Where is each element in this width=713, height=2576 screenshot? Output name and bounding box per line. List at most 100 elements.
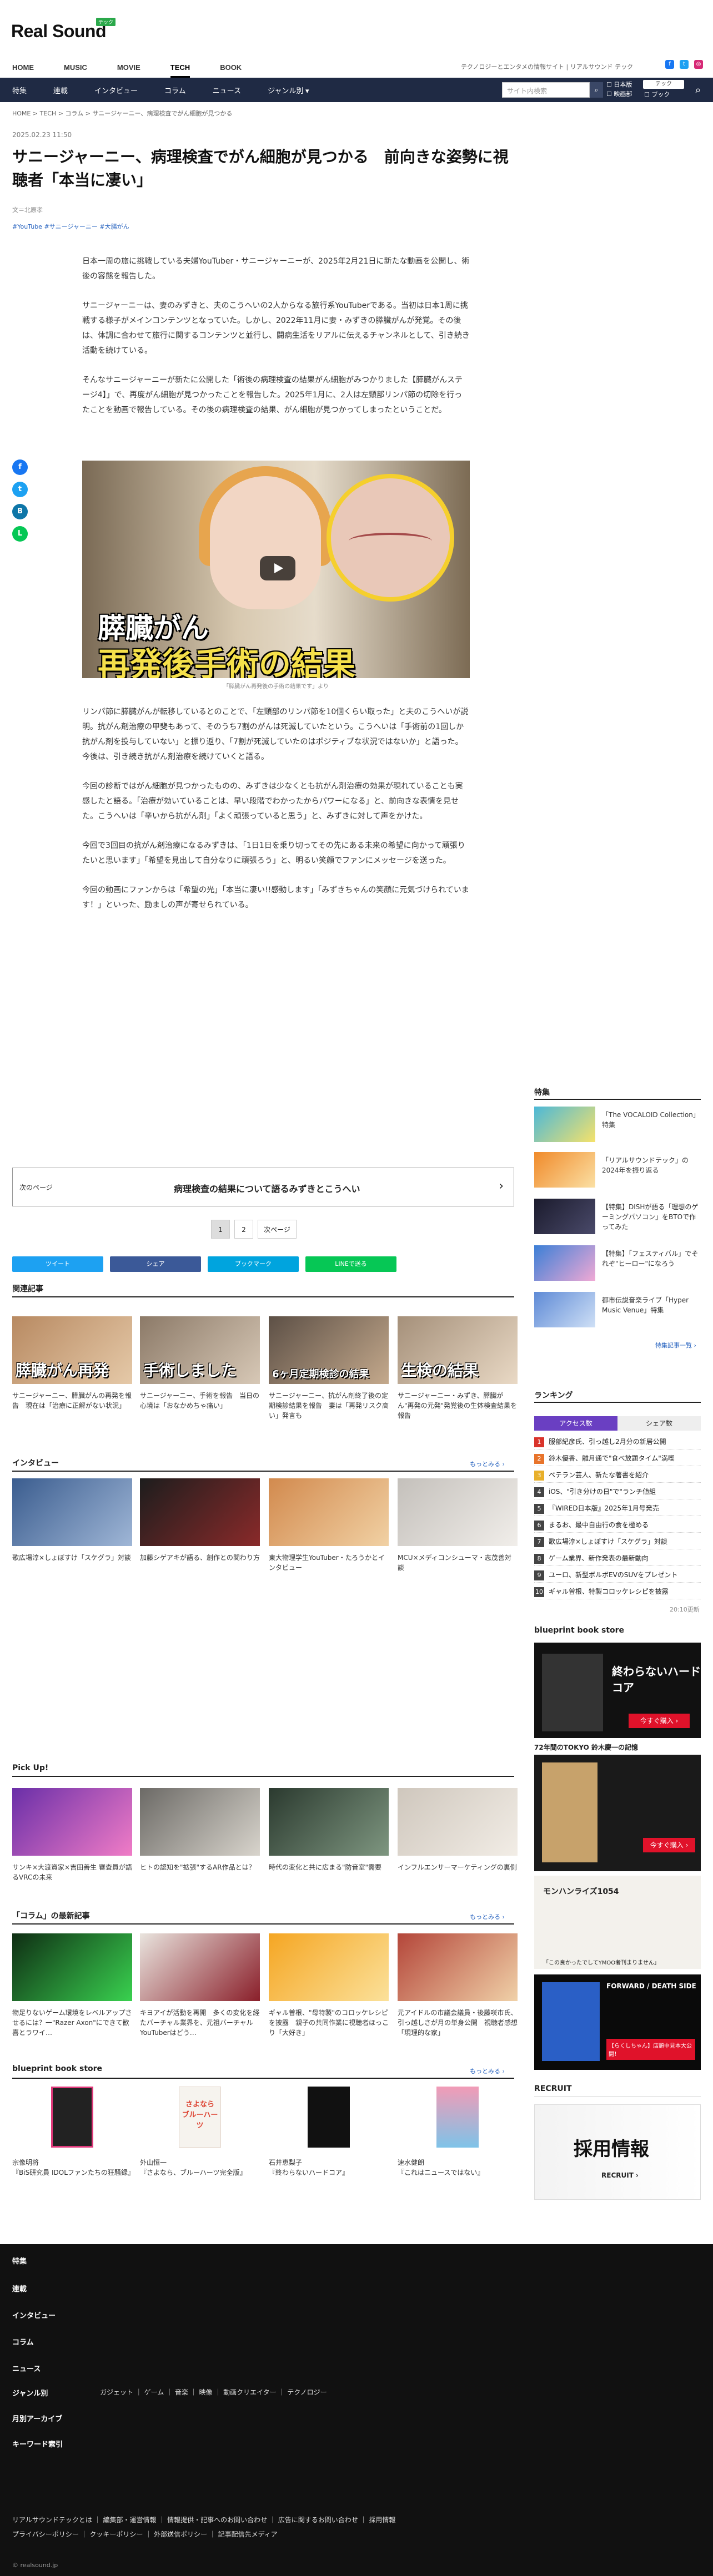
subnav-series[interactable]: 連載: [53, 85, 68, 95]
facebook-icon[interactable]: f: [665, 60, 674, 69]
subnav-genre[interactable]: ジャンル別 ▾: [268, 85, 309, 95]
recruit-banner[interactable]: 採用情報 RECRUIT ›: [534, 2104, 701, 2200]
page-1[interactable]: 1: [211, 1220, 230, 1239]
bookmark-button[interactable]: ブックマーク: [208, 1256, 299, 1272]
related-card[interactable]: 膵臓がん再発 サニージャーニー、膵臓がんの再発を報告 現在は「治療に正解がない状…: [12, 1316, 132, 1411]
ranking-item[interactable]: 8 ゲーム業界、新作発表の最新動向: [534, 1550, 701, 1566]
nav-home[interactable]: HOME: [12, 63, 34, 78]
footer-feature[interactable]: 特集: [12, 2255, 27, 2266]
line-button[interactable]: LINEで送る: [305, 1256, 396, 1272]
footer-keyword[interactable]: キーワード索引: [12, 2438, 63, 2449]
interview-card[interactable]: 歌広場淳×しょぼすけ「スケグラ」対談: [12, 1478, 132, 1563]
related-card[interactable]: 手術しました サニージャーニー、手術を報告 当日の心境は「おなかめちゃ痛い」: [140, 1316, 260, 1411]
ranking-item[interactable]: 2 鈴木優香、離月通で"食べ放題タイム"満喫: [534, 1451, 701, 1466]
search-input[interactable]: サイト内検索: [502, 82, 590, 98]
facebook-share-button[interactable]: シェア: [110, 1256, 201, 1272]
next-page-button[interactable]: 次ページ: [258, 1220, 297, 1239]
scope-tech[interactable]: テック: [643, 80, 684, 89]
line-share-icon[interactable]: L: [12, 526, 28, 542]
twitter-share-icon[interactable]: t: [12, 482, 28, 497]
book-ad-3[interactable]: モンハンライズ1054 「この良かったでしてYMOO者刊まりません」: [534, 1876, 701, 1969]
footer-interview[interactable]: インタビュー: [12, 2310, 56, 2320]
pickup-card[interactable]: インフルエンサーマーケティングの裏側: [398, 1788, 518, 1872]
column-card[interactable]: 物足りないゲーム環境をレベルアップさせるには？一"Razer Axon"にできて…: [12, 1933, 132, 2038]
interview-card[interactable]: 加藤シゲアキが語る、創作との関わり方: [140, 1478, 260, 1563]
ranking-item[interactable]: 6 まるお、最中自由行の食を極める: [534, 1517, 701, 1533]
feature-item[interactable]: 都市伝説音楽ライブ「Hyper Music Venue」特集: [534, 1292, 701, 1327]
pickup-card[interactable]: 時代の変化と共に広まる"防音室"需要: [269, 1788, 389, 1872]
book-card[interactable]: 石井恵梨子 『終わらないハードコア』: [269, 2083, 389, 2178]
footer-archive[interactable]: 月別アーカイブ: [12, 2413, 62, 2423]
feature-more-link[interactable]: 特集記事一覧 ›: [655, 1341, 696, 1350]
feature-item[interactable]: 【特集】DISHが語る「理想のゲーミングパソコン」をBTOで作ってみた: [534, 1199, 701, 1234]
next-page-link[interactable]: 次のページ 病理検査の結果について語るみずきとこうへい ›: [12, 1168, 514, 1206]
footer-genre-links[interactable]: ガジェット ｜ ゲーム ｜ 音楽 ｜ 映像 ｜ 動画クリエイター ｜ テクノロジ…: [100, 2387, 327, 2397]
nav-music[interactable]: MUSIC: [64, 63, 87, 78]
nav-movie[interactable]: MOVIE: [117, 63, 140, 78]
book-ad-4[interactable]: FORWARD / DEATH SIDE 【らくしちゃん】店頭中見本大公開！: [534, 1974, 701, 2070]
related-card[interactable]: 生検の結果 サニージャーニー・みずき、膵臓がん"再発の元発"発覚後の生体検査結果…: [398, 1316, 518, 1421]
ranking-item[interactable]: 5 『WIRED日本版』2025年1月号発売: [534, 1501, 701, 1516]
scope-movie[interactable]: ☐ 映画部: [606, 89, 632, 99]
ranking-item[interactable]: 1 服部紀彦氏、引っ越し2月分の新居公開: [534, 1434, 701, 1449]
hatena-share-icon[interactable]: B: [12, 504, 28, 519]
search-icon[interactable]: ⌕: [695, 84, 701, 96]
feature-item[interactable]: 【特集】「フェスティバル」でそれぞ"ヒーロー"になろう: [534, 1245, 701, 1281]
play-icon[interactable]: [260, 556, 295, 580]
facebook-share-icon[interactable]: f: [12, 459, 28, 475]
footer-genre[interactable]: ジャンル別: [12, 2387, 48, 2398]
column-more-link[interactable]: もっとみる ›: [470, 1912, 505, 1921]
ranking-item[interactable]: 7 歌広場淳×しょぼすけ「スケグラ」対談: [534, 1534, 701, 1549]
book-card[interactable]: さよなら ブルーハーツ 外山恒一 『さよなら、ブルーハーツ完全版』: [140, 2083, 260, 2178]
interview-more-link[interactable]: もっとみる ›: [470, 1459, 505, 1468]
interview-card[interactable]: 東大物理学生YouTuber・たろうかとインタビュー: [269, 1478, 389, 1573]
ranking-heading: ランキング: [534, 1391, 573, 1400]
book-card[interactable]: 宗像明将 『BiS研究員 IDOLファンたちの狂騒録』: [12, 2083, 134, 2178]
column-card[interactable]: キヨアイが活動を再開 多くの変化を経たバーチャル業界を、元祖バーチャルYouTu…: [140, 1933, 260, 2038]
ranking-item[interactable]: 9 ユーロ、新型ボルボEVのSUVをプレゼント: [534, 1567, 701, 1583]
subnav-interview[interactable]: インタビュー: [94, 85, 138, 95]
feature-item[interactable]: 「リアルサウンドテック」の2024年を振り返る: [534, 1152, 701, 1188]
bookstore-more-link[interactable]: もっとみる ›: [470, 2067, 505, 2075]
column-card[interactable]: ギャル曽根、"母特製"のコロッケレシピを披露 親子の共同作業に視聴者ほっこり「大…: [269, 1933, 389, 2038]
footer-series[interactable]: 連載: [12, 2283, 27, 2294]
footer-column[interactable]: コラム: [12, 2336, 34, 2347]
twitter-icon[interactable]: t: [680, 60, 689, 69]
ranking-item[interactable]: 4 iOS、"引き分けの日"で"ランチ値組: [534, 1484, 701, 1499]
page-2[interactable]: 2: [234, 1220, 253, 1239]
embedded-video[interactable]: 膵臓がん 再発後手術の結果: [82, 461, 470, 678]
book-ad-1[interactable]: 終わらないハードコア 今すぐ購入 ›: [534, 1643, 701, 1738]
subnav-column[interactable]: コラム: [164, 85, 186, 95]
book-ad-2[interactable]: 今すぐ購入 ›: [534, 1755, 701, 1871]
site-logo[interactable]: Real Sound: [11, 21, 107, 42]
article-tags[interactable]: #YouTube #サニージャーニー #大腸がん: [12, 222, 129, 231]
paragraph: 日本一周の旅に挑戦している夫婦YouTuber・サニージャーニーが、2025年2…: [82, 257, 470, 281]
footer-links[interactable]: リアルサウンドテックとは ｜ 編集部・運営情報 ｜ 情報提供・記事へのお問い合わ…: [12, 2515, 395, 2524]
interview-card[interactable]: MCU×メディコンシューマ・志茂善対談: [398, 1478, 518, 1573]
breadcrumb[interactable]: HOME > TECH > コラム > サニージャーニー、病理検査でがん細胞が見…: [12, 109, 232, 118]
tab-access[interactable]: アクセス数: [534, 1416, 617, 1431]
ranking-item[interactable]: 3 ベテラン芸人、新たな著書を紹介: [534, 1467, 701, 1483]
next-page-label: 次のページ: [19, 1184, 53, 1191]
related-card[interactable]: 6ヶ月定期検診の結果 サニージャーニー、抗がん剤終了後の定期検診結果を報告 妻は…: [269, 1316, 389, 1421]
footer-policy-links[interactable]: プライバシーポリシー ｜ クッキーポリシー ｜ 外部送信ポリシー ｜ 記事配信先…: [12, 2529, 278, 2539]
nav-book[interactable]: BOOK: [220, 63, 242, 78]
footer-news[interactable]: ニュース: [12, 2363, 41, 2373]
nav-tech[interactable]: TECH: [170, 63, 190, 78]
scope-japan[interactable]: ☐ 日本版: [606, 80, 632, 89]
ranking-item[interactable]: 10 ギャル曽根、特製コロッケレシピを披露: [534, 1584, 701, 1599]
video-face: [210, 476, 321, 609]
column-card[interactable]: 元アイドルの市議会議員・後藤咲市氏、引っ越しさが月の単身公開 視聴者感想「現理的…: [398, 1933, 518, 2038]
search-icon[interactable]: ⌕: [590, 82, 603, 98]
tab-share[interactable]: シェア数: [617, 1416, 701, 1431]
pickup-card[interactable]: ヒトの認知を"拡張"するAR作品とは？: [140, 1788, 260, 1872]
instagram-icon[interactable]: ◎: [694, 60, 703, 69]
pickup-card[interactable]: サンキ×大渡資家×吉田善生 審査員が語るVRCの未来: [12, 1788, 132, 1882]
scope-book[interactable]: ☐ ブック: [644, 90, 670, 99]
subnav-feature[interactable]: 特集: [12, 85, 27, 95]
feature-item[interactable]: 「The VOCALOID Collection」特集: [534, 1107, 701, 1142]
paragraph: リンパ節に膵臓がんが転移しているとのことで、「左頸部のリンパ節を10個くらい取っ…: [82, 708, 469, 761]
tweet-button[interactable]: ツイート: [12, 1256, 103, 1272]
book-card[interactable]: 速水健朗 『これはニュースではない』: [398, 2083, 518, 2178]
subnav-news[interactable]: ニュース: [213, 85, 241, 95]
